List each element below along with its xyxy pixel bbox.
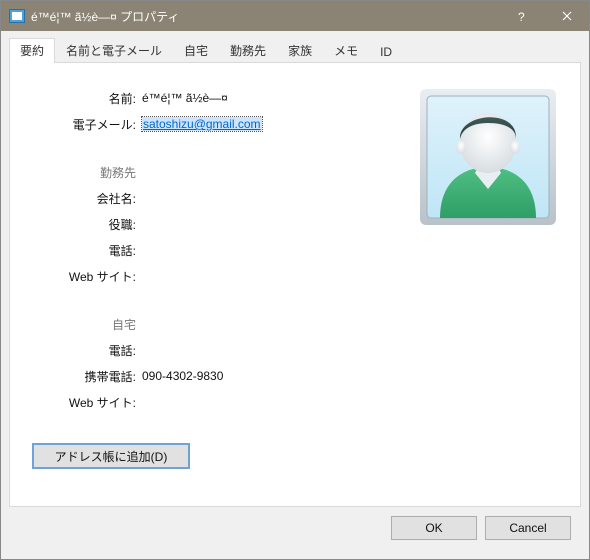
mobile-value: 090-4302-9830 bbox=[142, 369, 223, 383]
work-phone-label: 電話: bbox=[32, 242, 142, 259]
tab-notes[interactable]: メモ bbox=[323, 38, 369, 63]
dialog-footer: OK Cancel bbox=[9, 507, 581, 549]
summary-fields: 名前: é™é¦™ ã½è—¤ 電子メール: satoshizu@gmail.c… bbox=[32, 85, 420, 469]
tab-id[interactable]: ID bbox=[369, 41, 403, 63]
home-phone-label: 電話: bbox=[32, 342, 142, 359]
email-link[interactable]: satoshizu@gmail.com bbox=[142, 117, 262, 131]
window-title: é™é¦™ ã½è—¤ プロパティ bbox=[31, 8, 499, 25]
tab-work[interactable]: 勤務先 bbox=[219, 38, 277, 63]
contact-card-icon bbox=[9, 9, 25, 23]
tab-home[interactable]: 自宅 bbox=[173, 38, 219, 63]
work-section-label: 勤務先 bbox=[32, 164, 142, 181]
jobtitle-label: 役職: bbox=[32, 216, 142, 233]
close-button[interactable] bbox=[544, 1, 589, 31]
name-label: 名前: bbox=[32, 90, 142, 107]
company-label: 会社名: bbox=[32, 190, 142, 207]
svg-text:?: ? bbox=[518, 10, 525, 23]
contact-avatar bbox=[420, 89, 556, 225]
tab-name-email[interactable]: 名前と電子メール bbox=[55, 38, 173, 63]
add-to-address-book-button[interactable]: アドレス帳に追加(D) bbox=[32, 443, 190, 469]
email-label: 電子メール: bbox=[32, 116, 142, 133]
titlebar: é™é¦™ ã½è—¤ プロパティ ? bbox=[1, 1, 589, 31]
mobile-label: 携帯電話: bbox=[32, 368, 142, 385]
work-web-label: Web サイト: bbox=[32, 268, 142, 285]
home-section-label: 自宅 bbox=[32, 316, 142, 333]
ok-button[interactable]: OK bbox=[391, 516, 477, 540]
tab-summary[interactable]: 要約 bbox=[9, 38, 55, 63]
properties-dialog: é™é¦™ ã½è—¤ プロパティ ? 要約 名前と電子メール 自宅 勤務先 家… bbox=[0, 0, 590, 560]
tab-family[interactable]: 家族 bbox=[277, 38, 323, 63]
dialog-body: 要約 名前と電子メール 自宅 勤務先 家族 メモ ID 名前: é™é¦™ ã½… bbox=[1, 31, 589, 559]
home-web-label: Web サイト: bbox=[32, 394, 142, 411]
summary-panel: 名前: é™é¦™ ã½è—¤ 電子メール: satoshizu@gmail.c… bbox=[9, 62, 581, 507]
email-value: satoshizu@gmail.com bbox=[142, 117, 262, 131]
cancel-button[interactable]: Cancel bbox=[485, 516, 571, 540]
help-button[interactable]: ? bbox=[499, 1, 544, 31]
name-value: é™é¦™ ã½è—¤ bbox=[142, 91, 228, 105]
tabstrip: 要約 名前と電子メール 自宅 勤務先 家族 メモ ID bbox=[9, 39, 581, 62]
